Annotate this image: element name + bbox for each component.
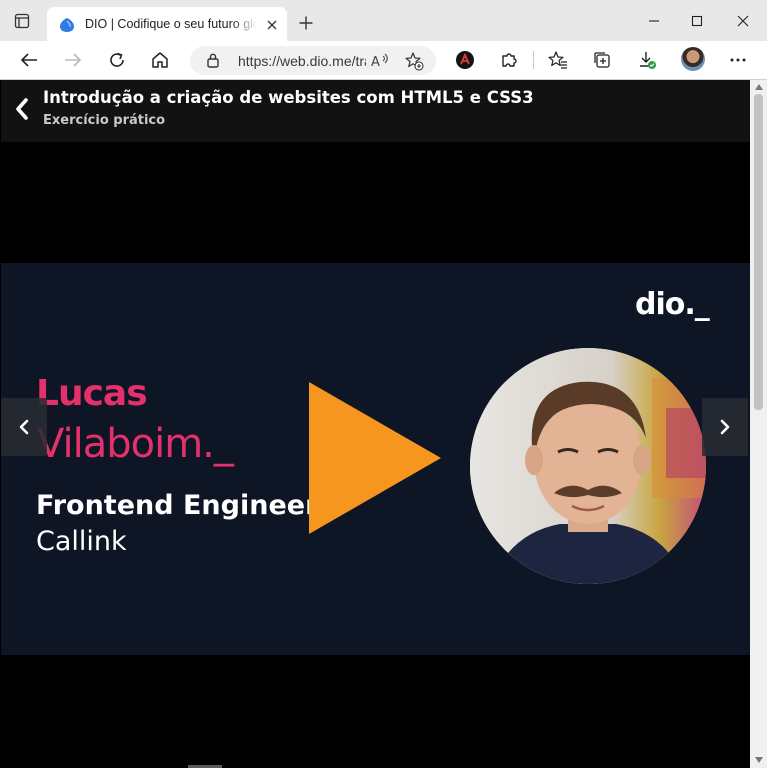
instructor-company: Callink: [36, 526, 127, 557]
lesson-header: Introdução a criação de websites com HTM…: [1, 80, 750, 142]
page-content: Introdução a criação de websites com HTM…: [1, 80, 750, 768]
browser-window: DIO | Codifique o seu futuro global: [0, 0, 767, 768]
minimize-icon[interactable]: [639, 8, 669, 34]
instructor-photo: [470, 348, 706, 584]
instructor-first-name: Lucas: [36, 373, 148, 414]
read-aloud-glyph: A: [371, 55, 380, 70]
scroll-thumb[interactable]: [754, 94, 763, 410]
tab-strip: DIO | Codifique o seu futuro global: [0, 0, 767, 41]
video-player[interactable]: dio._ Lucas Vilaboim._ Frontend Engineer…: [1, 263, 750, 655]
chevron-left-icon[interactable]: [1, 398, 47, 456]
page-scrollbar[interactable]: [750, 80, 767, 768]
window-menu-icon[interactable]: [10, 9, 34, 33]
scroll-down-icon[interactable]: [754, 755, 763, 764]
tab-title: DIO | Codifique o seu futuro global: [85, 17, 257, 31]
lock-icon[interactable]: [206, 52, 220, 72]
window-close-icon[interactable]: [728, 8, 758, 34]
tab-active[interactable]: DIO | Codifique o seu futuro global: [47, 7, 287, 41]
back-chevron-icon[interactable]: [11, 96, 33, 122]
url-text: https://web.dio.me/track/coding-the-futu…: [238, 53, 366, 69]
chevron-right-icon[interactable]: [702, 398, 748, 456]
play-icon[interactable]: [309, 382, 441, 534]
close-icon[interactable]: [263, 16, 281, 34]
plus-icon[interactable]: [294, 11, 318, 35]
arrow-left-icon[interactable]: [14, 46, 44, 74]
refresh-icon[interactable]: [102, 46, 132, 74]
star-plus-icon[interactable]: [402, 49, 426, 73]
more-dots-icon[interactable]: [723, 46, 753, 74]
download-icon[interactable]: [632, 46, 662, 74]
maximize-icon[interactable]: [682, 8, 712, 34]
avatar[interactable]: [681, 47, 705, 71]
collections-icon[interactable]: [587, 46, 617, 74]
extension-red-icon[interactable]: [450, 46, 480, 74]
lesson-title: Introdução a criação de websites com HTM…: [43, 88, 534, 107]
lesson-subtitle: Exercício prático: [43, 113, 166, 128]
puzzle-icon[interactable]: [494, 46, 524, 74]
instructor-last-name: Vilaboim._: [37, 421, 234, 467]
instructor-role: Frontend Engineer: [36, 490, 319, 521]
dio-favicon-icon: [59, 17, 75, 33]
browser-toolbar: https://web.dio.me/track/coding-the-futu…: [0, 41, 767, 80]
scroll-up-icon[interactable]: [754, 82, 763, 91]
dio-logo: dio._: [635, 287, 710, 322]
read-aloud-icon[interactable]: A: [368, 49, 392, 73]
address-bar[interactable]: https://web.dio.me/track/coding-the-futu…: [190, 46, 436, 75]
arrow-right-icon[interactable]: [58, 46, 88, 74]
favorites-icon[interactable]: [543, 46, 573, 74]
home-icon[interactable]: [145, 46, 175, 74]
toolbar-separator: [533, 51, 534, 69]
